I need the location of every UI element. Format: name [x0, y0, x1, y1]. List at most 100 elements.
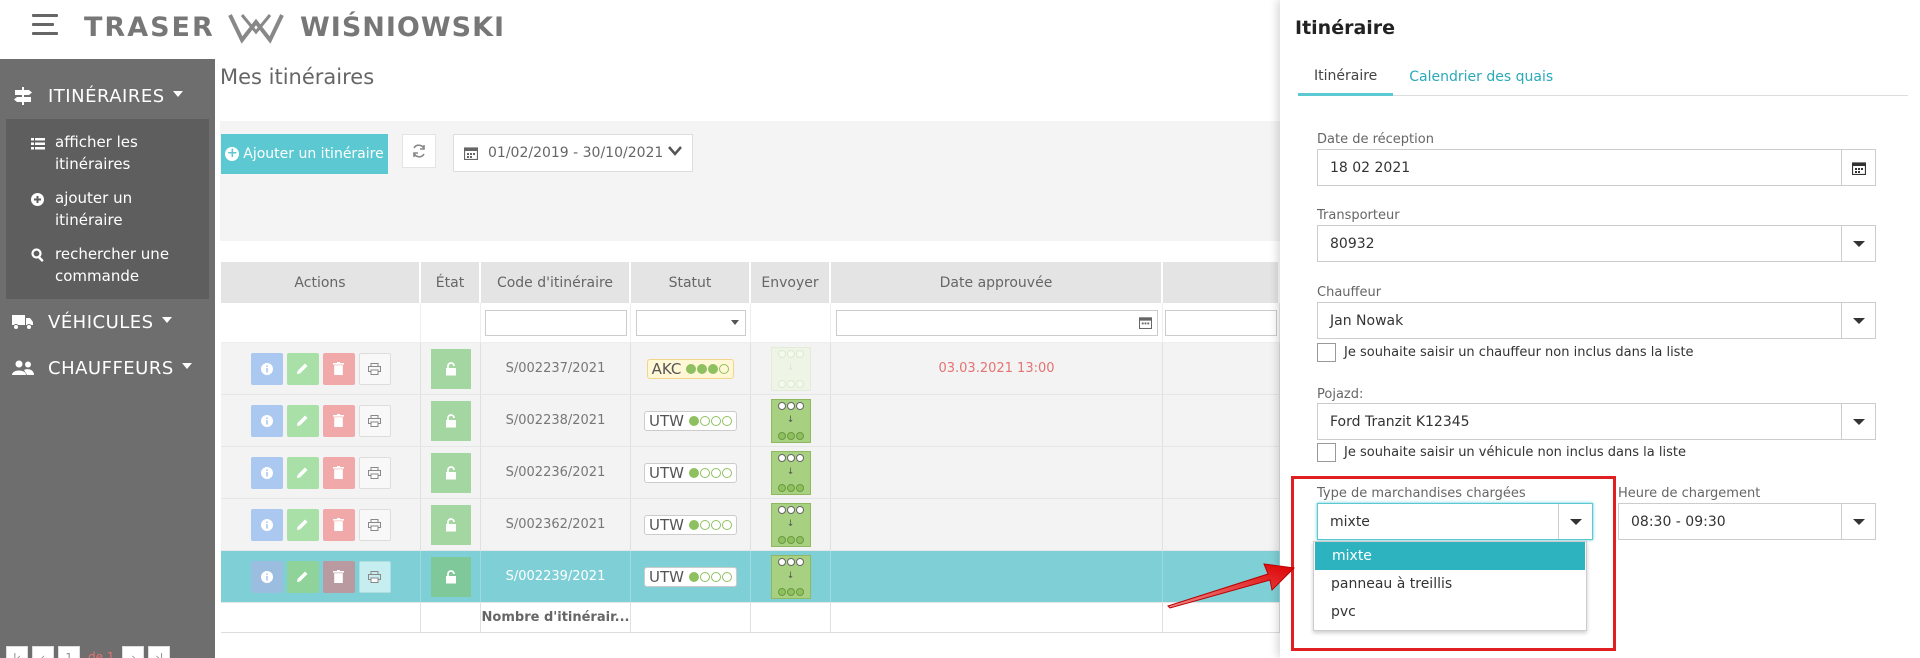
col-header-state[interactable]: État [421, 262, 481, 303]
edit-button[interactable] [286, 352, 319, 385]
status-cell: UTW [631, 395, 751, 446]
table-row[interactable]: S/002238/2021 UTW ↓ [221, 395, 1280, 447]
custom-vehicle-checkbox[interactable] [1317, 443, 1336, 462]
send-cell: ↓ [751, 343, 831, 394]
col-header-extra[interactable] [1163, 262, 1280, 303]
goods-option-mixte[interactable]: mixte [1315, 542, 1585, 570]
extra-cell [1163, 343, 1280, 394]
refresh-button[interactable] [402, 134, 436, 168]
unlock-button[interactable] [430, 452, 471, 493]
send-row-top [777, 557, 804, 566]
last-page-button[interactable]: ›| [148, 646, 171, 658]
calendar-button[interactable] [1841, 150, 1875, 185]
status-code: UTW [649, 515, 684, 534]
table-row[interactable]: S/002237/2021 AKC ↓ 03.03.2021 13:00 [221, 343, 1280, 395]
delete-button[interactable] [322, 560, 355, 593]
edit-button[interactable] [286, 508, 319, 541]
print-button[interactable] [358, 456, 391, 489]
subnav-add-itinerary[interactable]: ajouter un itinéraire [6, 181, 209, 237]
nav-itineraires[interactable]: ITINÉRAIRES [0, 73, 215, 119]
table-row[interactable]: S/002236/2021 UTW ↓ [221, 447, 1280, 499]
reception-date-field[interactable]: 18 02 2021 [1317, 149, 1876, 186]
status-dot [708, 363, 719, 374]
first-page-button[interactable]: |‹ [6, 646, 28, 658]
loading-time-dropdown-toggle[interactable] [1841, 504, 1875, 539]
code-cell: S/002237/2021 [481, 343, 631, 394]
carrier-select[interactable]: 80932 [1317, 225, 1876, 262]
custom-driver-checkbox-label: Je souhaite saisir un chauffeur non incl… [1344, 345, 1694, 360]
unlock-button[interactable] [430, 348, 471, 389]
unlock-button[interactable] [430, 556, 471, 597]
col-header-approved-date[interactable]: Date approuvée [831, 262, 1163, 303]
send-dot [777, 349, 786, 358]
info-button[interactable] [250, 560, 283, 593]
status-filter-select[interactable] [635, 309, 746, 336]
edit-button[interactable] [286, 404, 319, 437]
refresh-icon [413, 144, 425, 158]
edit-button[interactable] [286, 560, 319, 593]
col-header-code[interactable]: Code d'itinéraire [481, 262, 631, 303]
status-dot [721, 571, 732, 582]
col-header-actions[interactable]: Actions [221, 262, 421, 303]
send-button[interactable]: ↓ [770, 502, 811, 547]
extra-filter-input[interactable] [1165, 309, 1277, 336]
delete-button[interactable] [322, 508, 355, 541]
subnav-search-order[interactable]: rechercher une commande [6, 237, 209, 293]
date-filter-input[interactable] [835, 309, 1158, 336]
nav-chauffeurs[interactable]: CHAUFFEURS [0, 345, 215, 391]
driver-select[interactable]: Jan Nowak [1317, 302, 1876, 339]
hamburger-menu-icon[interactable] [32, 14, 58, 40]
info-button[interactable] [250, 508, 283, 541]
status-dot [721, 467, 732, 478]
delete-button[interactable] [322, 456, 355, 489]
col-header-send[interactable]: Envoyer [751, 262, 831, 303]
custom-driver-checkbox[interactable] [1317, 343, 1336, 362]
send-button[interactable]: ↓ [770, 346, 811, 391]
send-button[interactable]: ↓ [770, 554, 811, 599]
info-button[interactable] [250, 352, 283, 385]
unlock-button[interactable] [430, 504, 471, 545]
date-range-picker[interactable]: 01/02/2019 - 30/10/2021 [453, 134, 693, 172]
print-button[interactable] [358, 508, 391, 541]
info-button[interactable] [250, 456, 283, 489]
table-row[interactable]: S/002239/2021 UTW ↓ [221, 551, 1280, 603]
code-filter-input[interactable] [484, 309, 627, 336]
table-row[interactable]: S/002362/2021 UTW ↓ [221, 499, 1280, 551]
nav-vehicules[interactable]: VÉHICULES [0, 299, 215, 345]
loading-time-select[interactable]: 08:30 - 09:30 [1618, 503, 1876, 540]
delete-button[interactable] [322, 352, 355, 385]
filter-cell-empty [221, 303, 421, 342]
send-button[interactable]: ↓ [770, 450, 811, 495]
edit-button[interactable] [286, 456, 319, 489]
add-itinerary-button[interactable]: + Ajouter un itinéraire [221, 134, 388, 174]
print-button[interactable] [358, 560, 391, 593]
footer-cell-empty [631, 603, 751, 632]
current-page-input[interactable]: 1 [58, 646, 80, 658]
vehicle-dropdown-toggle[interactable] [1841, 404, 1875, 439]
col-header-status[interactable]: Statut [631, 262, 751, 303]
caret-down-icon [181, 363, 192, 369]
actions-cell [221, 551, 421, 602]
vehicle-select[interactable]: Ford Tranzit K12345 [1317, 403, 1876, 440]
next-page-button[interactable]: › [122, 646, 145, 658]
carrier-dropdown-toggle[interactable] [1841, 226, 1875, 261]
send-dot [795, 349, 804, 358]
driver-dropdown-toggle[interactable] [1841, 303, 1875, 338]
tab-itinerary[interactable]: Itinéraire [1298, 58, 1394, 96]
info-button[interactable] [250, 404, 283, 437]
goods-option-pvc[interactable]: pvc [1314, 598, 1586, 626]
goods-option-mesh-panel[interactable]: panneau à treillis [1314, 570, 1586, 598]
arrow-down-icon: ↓ [786, 363, 795, 373]
prev-page-button[interactable]: ‹ [32, 646, 54, 658]
subnav-show-itineraries[interactable]: afficher les itinéraires [6, 125, 209, 181]
send-button[interactable]: ↓ [770, 398, 811, 443]
print-icon [368, 414, 381, 427]
status-dot [688, 571, 699, 582]
print-button[interactable] [358, 404, 391, 437]
tab-dock-calendar[interactable]: Calendrier des quais [1393, 58, 1569, 96]
unlock-button[interactable] [430, 400, 471, 441]
print-button[interactable] [358, 352, 391, 385]
send-cell: ↓ [751, 447, 831, 498]
footer-cell-empty [751, 603, 831, 632]
delete-button[interactable] [322, 404, 355, 437]
